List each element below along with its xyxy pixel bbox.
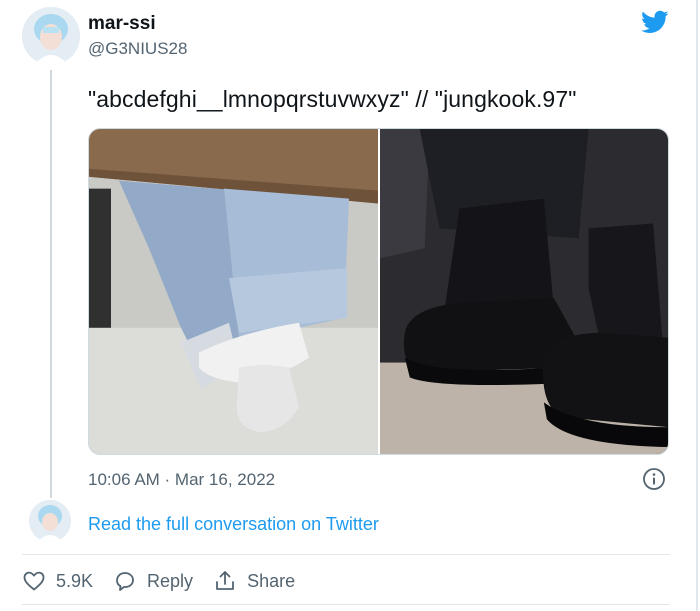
share-icon bbox=[216, 571, 234, 590]
share-label: Share bbox=[247, 570, 296, 591]
share-button[interactable]: Share bbox=[213, 569, 295, 593]
like-button[interactable]: 5.9K bbox=[22, 569, 93, 593]
tweet-text: "abcdefghi__lmnopqrstuvwxyz" // "jungkoo… bbox=[88, 86, 577, 112]
card-bottom-edge bbox=[22, 604, 670, 605]
reader-avatar bbox=[29, 500, 71, 542]
reply-icon bbox=[116, 572, 134, 591]
photo-black-boots[interactable] bbox=[380, 129, 668, 454]
author-avatar[interactable] bbox=[22, 7, 80, 65]
info-icon[interactable] bbox=[642, 467, 666, 491]
twitter-bird-icon[interactable] bbox=[640, 8, 670, 36]
reply-label: Reply bbox=[147, 570, 194, 591]
author-name[interactable]: mar-ssi bbox=[88, 13, 156, 35]
reply-button[interactable]: Reply bbox=[113, 569, 193, 593]
tweet-embed-card: mar-ssi @G3NIUS28 "abcdefghi__lmnopqrstu… bbox=[0, 0, 698, 611]
tweet-media[interactable] bbox=[88, 128, 669, 455]
divider bbox=[22, 554, 670, 555]
heart-icon bbox=[23, 571, 45, 591]
like-count: 5.9K bbox=[56, 570, 94, 591]
tweet-timestamp[interactable]: 10:06 AM · Mar 16, 2022 bbox=[88, 470, 275, 490]
photo-socks-jeans[interactable] bbox=[89, 129, 378, 454]
action-bar: 5.9K Reply Share bbox=[22, 566, 315, 596]
author-handle[interactable]: @G3NIUS28 bbox=[88, 39, 187, 59]
thread-line bbox=[50, 70, 52, 498]
read-conversation-link[interactable]: Read the full conversation on Twitter bbox=[88, 514, 379, 535]
